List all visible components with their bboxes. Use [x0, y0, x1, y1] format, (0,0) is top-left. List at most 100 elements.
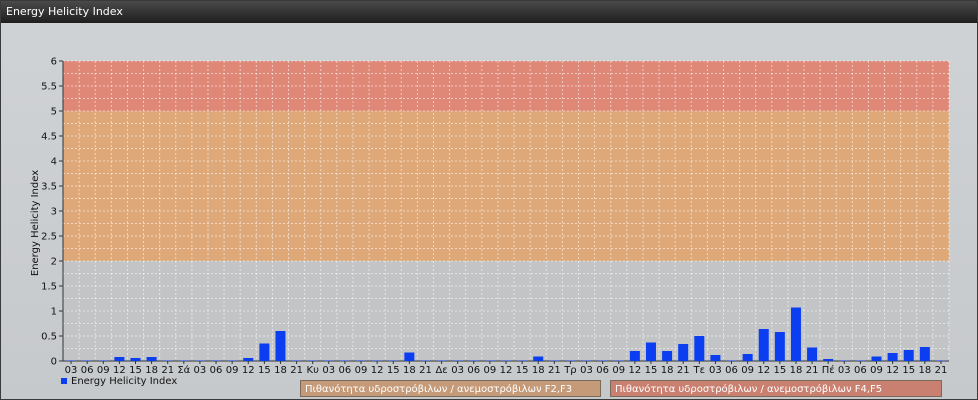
x-tick-label: 21	[806, 365, 819, 376]
x-tick-label: 21	[161, 365, 174, 376]
y-tick-label: 5.5	[41, 82, 57, 93]
x-tick-label: 09	[226, 365, 239, 376]
bar	[871, 356, 882, 361]
bar	[404, 352, 415, 361]
x-tick-label: 12	[113, 365, 126, 376]
bar	[629, 351, 640, 361]
y-tick-label: 6	[51, 57, 57, 68]
zone-legend-f4-f5: Πιθανότητα υδροστρόβιλων / ανεμοστρόβιλω…	[610, 380, 942, 397]
x-tick-label: Τρ	[563, 365, 576, 376]
bar	[436, 360, 447, 361]
bar	[130, 358, 141, 361]
bar	[662, 351, 673, 361]
x-tick-label: 18	[403, 365, 416, 376]
bar	[211, 360, 222, 361]
x-tick-label: 15	[516, 365, 529, 376]
y-tick-label: 2.5	[41, 232, 57, 243]
x-tick-label: 03	[194, 365, 207, 376]
bar	[66, 360, 77, 361]
bar	[549, 360, 560, 361]
bar	[227, 360, 238, 361]
bar	[710, 355, 721, 361]
bar	[726, 360, 737, 361]
x-tick-label: 03	[580, 365, 593, 376]
y-tick-label: 4.5	[41, 132, 57, 143]
y-tick-label: 5	[51, 107, 57, 118]
x-tick-label: 18	[532, 365, 545, 376]
series-legend-label: Energy Helicity Index	[71, 376, 178, 387]
x-tick-label: Κυ	[307, 365, 320, 376]
x-tick-label: 18	[918, 365, 931, 376]
bar	[114, 357, 125, 361]
bar	[855, 360, 866, 361]
x-tick-label: Πέ	[822, 364, 835, 376]
bar	[678, 344, 689, 361]
bar	[694, 336, 705, 361]
x-tick-label: 21	[290, 365, 303, 376]
bar	[823, 359, 834, 361]
x-tick-label: Σά	[177, 364, 190, 376]
x-tick-label: Δε	[435, 365, 447, 376]
x-tick-label: 09	[612, 365, 625, 376]
chart-window: Energy Helicity Index 0 0.5 1 1.5 2 2.5 3 3.5 4 4…	[0, 0, 978, 400]
bar	[259, 343, 270, 361]
bar	[243, 358, 254, 361]
y-tick-label: 4	[51, 157, 57, 168]
bar	[468, 360, 479, 361]
x-tick-label: 06	[210, 365, 223, 376]
x-tick-label: 18	[661, 365, 674, 376]
x-tick-label: 18	[790, 365, 803, 376]
bar	[323, 360, 334, 361]
y-tick-label: 0.5	[41, 332, 57, 343]
bar	[275, 331, 286, 361]
x-tick-label: 09	[741, 365, 754, 376]
bar	[356, 360, 367, 361]
x-tick-label: 03	[322, 365, 335, 376]
x-tick-label: 06	[339, 365, 352, 376]
x-tick-label: 21	[935, 365, 948, 376]
x-tick-label: 21	[677, 365, 690, 376]
bar	[887, 353, 898, 361]
bar	[372, 360, 383, 361]
x-tick-label: 15	[129, 365, 142, 376]
bar	[420, 360, 431, 361]
x-tick-label: 15	[773, 365, 786, 376]
bar	[162, 360, 173, 361]
x-tick-label: 09	[97, 365, 110, 376]
bar	[307, 360, 318, 361]
bar	[291, 360, 302, 361]
x-tick-label: 09	[355, 365, 368, 376]
x-tick-label: 15	[387, 365, 400, 376]
y-axis-label: Energy Helicity Index	[30, 170, 41, 276]
chart: 00.511.522.533.544.555.56 03 06 09 12 15 18 21…	[30, 57, 950, 376]
y-tick-label: 3.5	[41, 182, 57, 193]
window-title: Energy Helicity Index	[6, 5, 123, 18]
x-tick-label: 12	[242, 365, 255, 376]
x-tick-label: Τε	[693, 365, 706, 376]
bar	[645, 342, 656, 361]
x-tick-label: 15	[645, 365, 658, 376]
x-tick-label: 03	[709, 365, 722, 376]
x-tick-label: 18	[274, 365, 287, 376]
x-tick-label: 12	[371, 365, 384, 376]
bar	[98, 360, 109, 361]
bar	[839, 360, 850, 361]
series-legend: Energy Helicity Index	[61, 376, 177, 387]
bar	[452, 360, 463, 361]
x-tick-label: 15	[902, 365, 915, 376]
bar	[919, 347, 930, 361]
x-tick-label: 21	[419, 365, 432, 376]
series-swatch	[61, 378, 67, 384]
bar	[533, 356, 544, 361]
x-tick-label: 06	[854, 365, 867, 376]
x-tick-label: 18	[145, 365, 158, 376]
bar	[774, 332, 785, 361]
bar	[565, 360, 576, 361]
bar	[581, 360, 592, 361]
bar	[517, 360, 528, 361]
y-tick-label: 1.5	[41, 282, 57, 293]
x-tick-label: 21	[548, 365, 561, 376]
x-tick-label: 03	[838, 365, 851, 376]
bar	[903, 350, 914, 361]
y-tick-label: 0	[51, 357, 57, 368]
